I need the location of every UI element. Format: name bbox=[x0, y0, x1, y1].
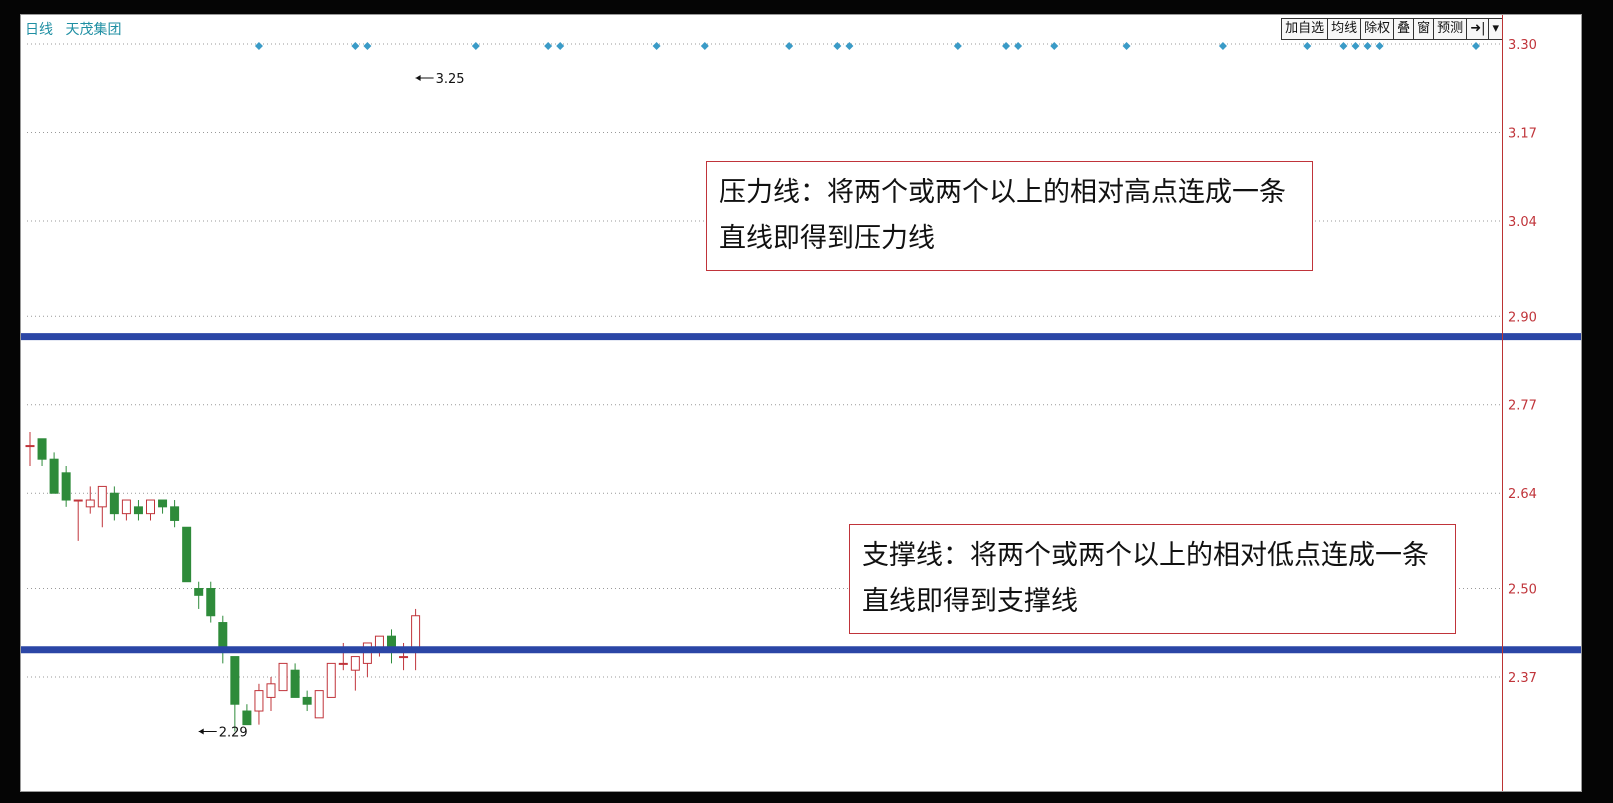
candle-body bbox=[218, 622, 228, 651]
event-marker bbox=[1363, 42, 1372, 50]
resistance-annotation: 压力线：将两个或两个以上的相对高点连成一条直线即得到压力线 bbox=[706, 161, 1313, 271]
event-marker bbox=[1050, 42, 1059, 50]
y-tick-label: 2.77 bbox=[1508, 399, 1537, 414]
candle-body bbox=[194, 588, 204, 596]
candle-body bbox=[182, 526, 192, 583]
event-marker bbox=[471, 42, 480, 50]
candle-body bbox=[206, 588, 216, 617]
candle-body bbox=[170, 506, 180, 521]
add-watchlist-button[interactable]: 加自选 bbox=[1281, 18, 1328, 40]
candle-body bbox=[242, 710, 252, 726]
chart-window: 3.30 3.17 3.04 2.90 2.77 2.64 2.50 2.37 3.25 2.29… bbox=[20, 14, 1582, 792]
candle-body bbox=[49, 458, 59, 494]
price-axis-divider bbox=[1502, 15, 1503, 791]
event-marker bbox=[556, 42, 565, 50]
event-marker bbox=[700, 42, 709, 50]
candle-body bbox=[302, 696, 312, 705]
event-marker bbox=[1375, 42, 1384, 50]
candle-body bbox=[254, 690, 264, 712]
candle-body bbox=[338, 662, 348, 665]
event-marker bbox=[1339, 42, 1348, 50]
candlestick-chart: 3.30 3.17 3.04 2.90 2.77 2.64 2.50 2.37 3.25 2.29 bbox=[21, 38, 1581, 740]
candle-body bbox=[230, 656, 240, 705]
event-marker bbox=[544, 42, 553, 50]
event-marker bbox=[785, 42, 794, 50]
candle-body bbox=[278, 662, 288, 692]
event-marker bbox=[351, 42, 360, 50]
dropdown-button[interactable]: ▾ bbox=[1488, 18, 1503, 40]
event-marker bbox=[1351, 42, 1360, 50]
forecast-button[interactable]: 预测 bbox=[1433, 18, 1467, 40]
candle-body bbox=[73, 499, 83, 502]
window-button[interactable]: 窗 bbox=[1413, 18, 1434, 40]
candle-body bbox=[266, 683, 276, 698]
period-label[interactable]: 日线 bbox=[25, 22, 53, 38]
event-marker bbox=[363, 42, 372, 50]
candle-body bbox=[121, 499, 131, 515]
candle-body bbox=[25, 445, 35, 448]
candle-body bbox=[314, 690, 324, 719]
moving-average-button[interactable]: 均线 bbox=[1327, 18, 1361, 40]
event-marker bbox=[1472, 42, 1480, 50]
event-marker bbox=[1002, 42, 1011, 50]
candle-body bbox=[158, 499, 168, 508]
candle-body bbox=[61, 472, 71, 501]
candle-body bbox=[37, 438, 47, 460]
chart-header: 日线 天茂集团 bbox=[25, 19, 129, 39]
y-tick-label: 2.64 bbox=[1508, 487, 1537, 502]
candle-body bbox=[350, 656, 360, 671]
y-tick-label: 2.37 bbox=[1508, 671, 1537, 686]
candle-body bbox=[399, 656, 409, 659]
y-tick-label: 3.17 bbox=[1508, 126, 1537, 141]
price-callout-label: 2.29 bbox=[219, 725, 248, 740]
candle-body bbox=[290, 669, 300, 698]
y-tick-label: 3.30 bbox=[1508, 38, 1537, 53]
support-annotation: 支撑线：将两个或两个以上的相对低点连成一条直线即得到支撑线 bbox=[849, 524, 1456, 634]
event-marker bbox=[652, 42, 661, 50]
candle-body bbox=[109, 492, 119, 515]
event-marker bbox=[1218, 42, 1227, 50]
y-tick-label: 2.50 bbox=[1508, 583, 1537, 598]
event-marker bbox=[1303, 42, 1312, 50]
chart-toolbar: 加自选 均线 除权 叠 窗 预测 ➜| ▾ bbox=[1281, 18, 1503, 40]
ex-rights-button[interactable]: 除权 bbox=[1360, 18, 1394, 40]
candle-body bbox=[411, 615, 421, 651]
event-marker bbox=[254, 42, 263, 50]
jump-end-button[interactable]: ➜| bbox=[1466, 18, 1489, 40]
candle-body bbox=[85, 499, 95, 508]
event-marker bbox=[953, 42, 962, 50]
overlay-button[interactable]: 叠 bbox=[1393, 18, 1414, 40]
candle-body bbox=[326, 662, 336, 698]
stock-name[interactable]: 天茂集团 bbox=[65, 22, 121, 38]
price-callout-arrow bbox=[198, 728, 204, 735]
y-tick-label: 3.04 bbox=[1508, 215, 1537, 230]
candle-body bbox=[146, 499, 155, 515]
candle-body bbox=[133, 506, 143, 515]
price-callout-arrow bbox=[415, 75, 421, 82]
candle-body bbox=[97, 485, 107, 508]
price-callout-label: 3.25 bbox=[436, 72, 465, 87]
event-marker bbox=[1122, 42, 1131, 50]
event-marker bbox=[833, 42, 842, 50]
event-marker bbox=[1014, 42, 1023, 50]
event-marker bbox=[845, 42, 854, 50]
y-tick-label: 2.90 bbox=[1508, 310, 1537, 325]
